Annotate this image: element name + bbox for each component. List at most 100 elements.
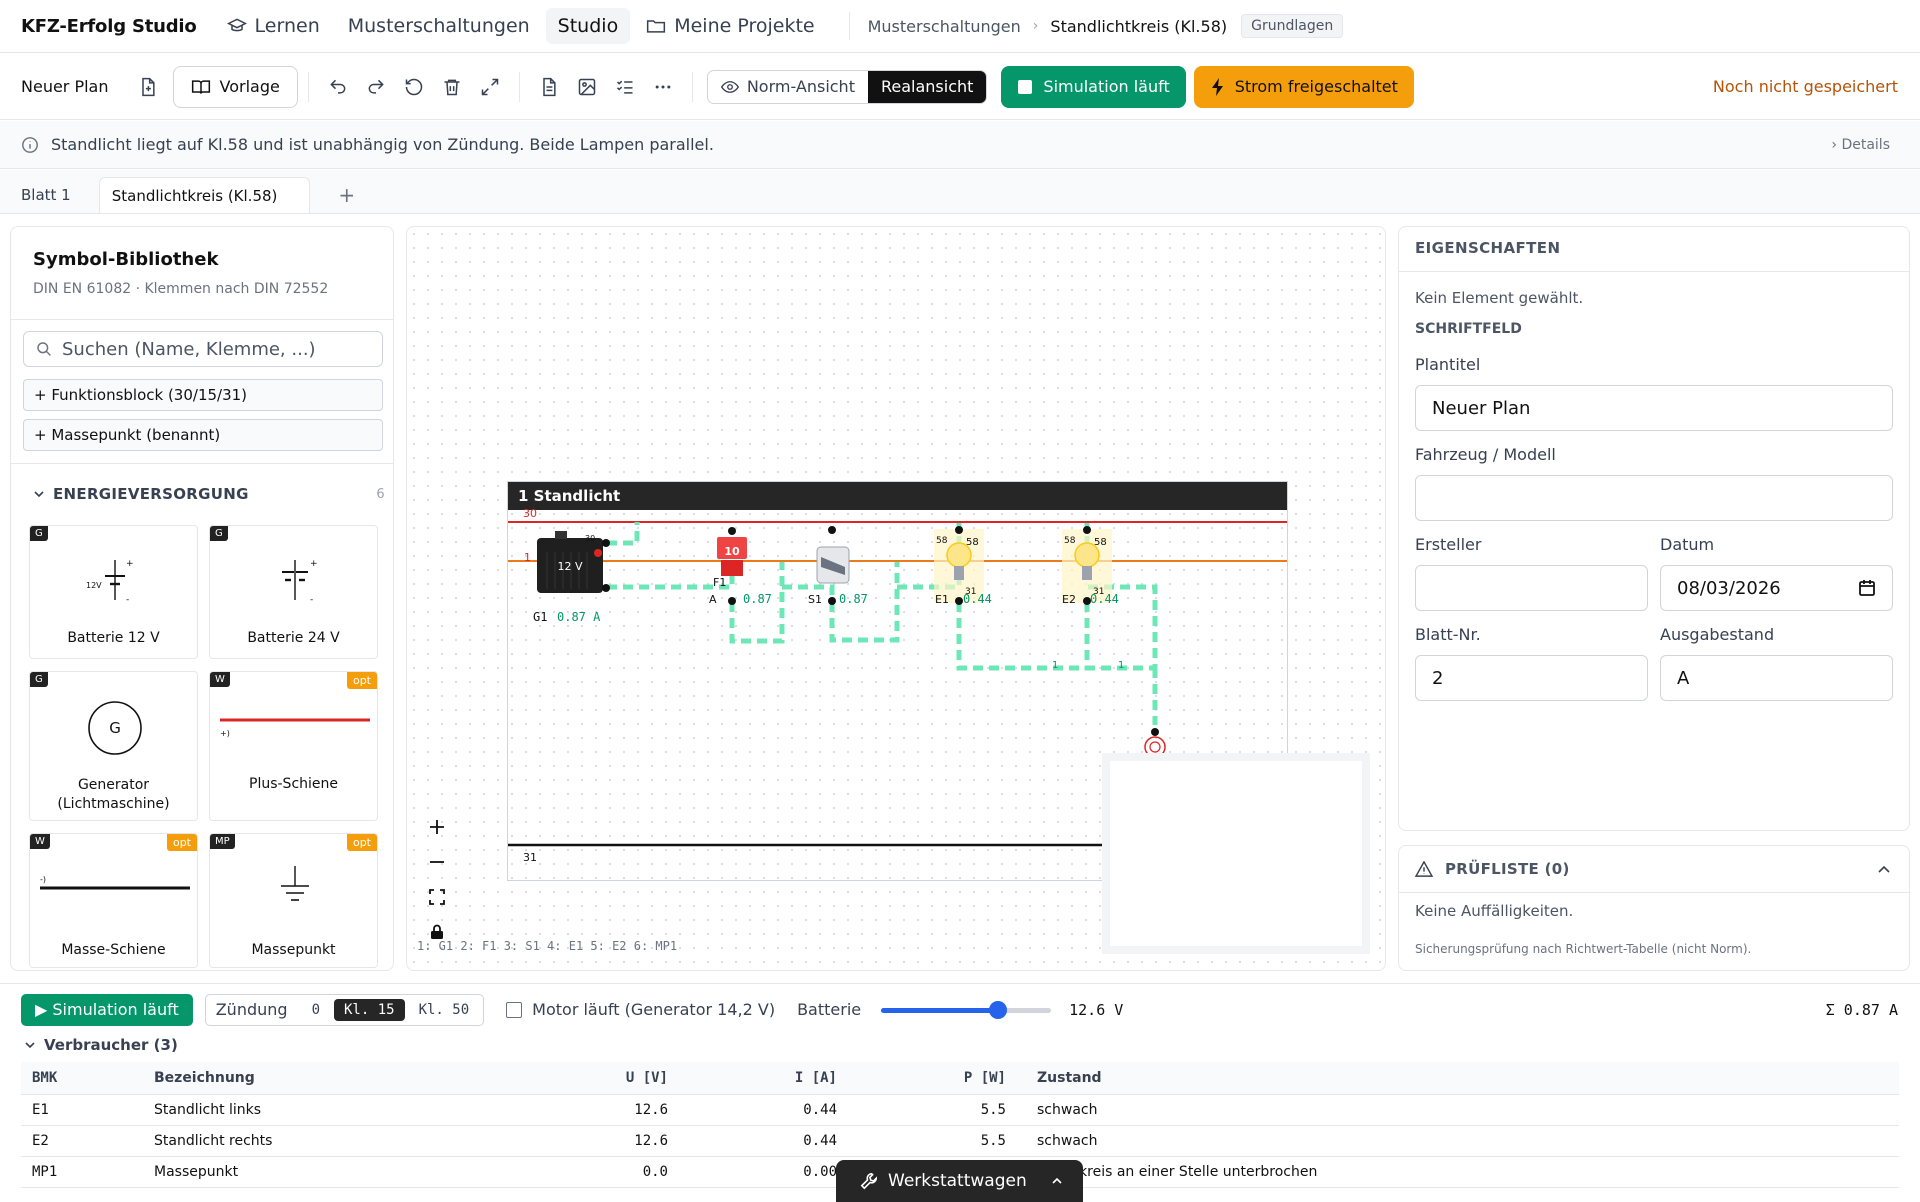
symbol-card-ground-rail[interactable]: W opt -) Masse-Schiene	[29, 833, 198, 968]
ignition-option-kl15[interactable]: Kl. 15	[334, 998, 405, 1021]
svg-text:-: -	[126, 595, 129, 605]
chevron-up-icon	[1051, 1175, 1063, 1187]
no-selection-text: Kein Element gewählt.	[1415, 289, 1584, 307]
nav-item-label: Studio	[557, 15, 619, 37]
cell-name: Massepunkt	[143, 1156, 443, 1188]
image-export-button[interactable]	[568, 68, 606, 106]
simulation-button[interactable]: Simulation läuft	[1001, 65, 1186, 108]
ignition-option-off[interactable]: 0	[302, 999, 330, 1021]
fit-view-button[interactable]	[419, 879, 455, 914]
table-row[interactable]: E1 Standlicht links 12.6 0.44 5.5 schwac…	[21, 1094, 1899, 1126]
nav-item-lernen[interactable]: Lernen	[215, 8, 332, 44]
component-id-g1: G1	[533, 610, 547, 624]
details-toggle[interactable]: › Details	[1831, 137, 1890, 153]
more-button[interactable]	[644, 68, 682, 106]
symbol-card-battery-12v[interactable]: G + - 12V Batterie 12 V	[29, 525, 198, 659]
template-button[interactable]: Vorlage	[172, 65, 298, 108]
redo-button[interactable]	[357, 68, 395, 106]
zoom-out-button[interactable]	[419, 844, 455, 879]
generator-symbol-icon: G	[88, 701, 142, 755]
sheet-number-input[interactable]: 2	[1415, 655, 1648, 701]
new-file-button[interactable]	[129, 68, 167, 106]
battery-g1[interactable]: 12 V 30	[537, 531, 610, 593]
brand-logo[interactable]: KFZ-Erfolg Studio	[21, 16, 197, 37]
symbol-card-ground-point[interactable]: MP opt Massepunkt	[209, 833, 378, 968]
date-input[interactable]: 08/03/2026	[1660, 565, 1893, 611]
battery-label: Batterie	[797, 1000, 862, 1019]
battery-slider[interactable]	[881, 1000, 1052, 1020]
add-sheet-button[interactable]: +	[326, 177, 367, 213]
checklist-header[interactable]: PRÜFLISTE (0)	[1415, 860, 1570, 878]
ignition-selector: Zündung 0 Kl. 15 Kl. 50	[204, 993, 485, 1026]
cell-u: 12.6	[443, 1125, 679, 1157]
vehicle-input[interactable]	[1415, 475, 1893, 521]
nav-item-label: Musterschaltungen	[347, 15, 530, 37]
svg-text:1: 1	[1118, 660, 1124, 671]
battery-24v-symbol-icon: +-	[282, 559, 318, 605]
power-button[interactable]: Strom freigeschaltet	[1193, 65, 1414, 108]
symbol-card-plus-rail[interactable]: W opt +) Plus-Schiene	[209, 671, 378, 821]
rotate-ccw-icon	[404, 77, 424, 97]
breadcrumb-current: Standlichtkreis (Kl.58)	[1050, 16, 1228, 36]
table-header-row: BMK Bezeichnung U [V] I [A] P [W] Zustan…	[21, 1062, 1899, 1095]
zoom-in-button[interactable]	[419, 809, 455, 844]
eye-icon	[720, 80, 739, 94]
category-header[interactable]: ENERGIEVERSORGUNG 6	[33, 485, 385, 503]
plan-name[interactable]: Neuer Plan	[21, 77, 109, 96]
motor-toggle[interactable]: Motor läuft (Generator 14,2 V)	[506, 1000, 775, 1019]
table-row[interactable]: E2 Standlicht rechts 12.6 0.44 5.5 schwa…	[21, 1125, 1899, 1157]
simulation-run-button[interactable]: ▶ Simulation läuft	[21, 993, 193, 1026]
slider-thumb[interactable]	[989, 1000, 1008, 1019]
tab-standlichtkreis[interactable]: Standlichtkreis (Kl.58)	[98, 177, 311, 213]
add-ground-point-button[interactable]: + Massepunkt (benannt)	[23, 419, 383, 451]
search-input[interactable]	[62, 338, 362, 360]
workshop-drawer-toggle[interactable]: Werkstattwagen	[836, 1160, 1083, 1202]
symbol-card-generator[interactable]: G G Generator (Lichtmaschine)	[29, 671, 198, 821]
nav-item-musterschaltungen[interactable]: Musterschaltungen	[336, 8, 542, 44]
plus-icon	[428, 818, 446, 836]
tab-sheet-1[interactable]: Blatt 1	[21, 177, 83, 213]
card-label: Batterie 24 V	[247, 630, 340, 646]
document-button[interactable]	[530, 68, 568, 106]
consumers-header[interactable]: Verbraucher (3)	[24, 1036, 178, 1054]
add-function-block-button[interactable]: + Funktionsblock (30/15/31)	[23, 379, 383, 411]
divider	[848, 12, 850, 40]
column-header-i: I [A]	[679, 1062, 848, 1095]
motor-checkbox[interactable]	[506, 1001, 523, 1018]
lock-icon	[430, 924, 444, 940]
chevron-up-icon[interactable]	[1877, 862, 1891, 876]
divider	[307, 71, 309, 102]
optional-badge: opt	[166, 834, 197, 851]
author-label: Ersteller	[1415, 535, 1482, 554]
undo-button[interactable]	[319, 68, 357, 106]
cell-u: 0.0	[443, 1156, 679, 1188]
fullscreen-button[interactable]	[471, 68, 509, 106]
plantitel-input[interactable]: Neuer Plan	[1415, 385, 1893, 431]
checklist-button[interactable]	[606, 68, 644, 106]
category-tag: W	[210, 672, 230, 687]
lamp-pin-label: 58	[1064, 536, 1076, 546]
schematic-canvas[interactable]: 1 Standlicht 30 1 31 1 1 12 V 30 G1 0.87…	[406, 226, 1386, 971]
category-tag: W	[30, 834, 50, 849]
view-real-button[interactable]: Realansicht	[867, 70, 987, 103]
calendar-icon[interactable]	[1858, 579, 1876, 597]
card-label: Generator (Lichtmaschine)	[57, 777, 170, 812]
breadcrumb-parent[interactable]: Musterschaltungen	[868, 17, 1021, 36]
svg-text:-: -	[310, 595, 313, 605]
symbol-card-battery-24v[interactable]: G + - Batterie 24 V	[209, 525, 378, 659]
revision-input[interactable]: A	[1660, 655, 1893, 701]
reset-button[interactable]	[395, 68, 433, 106]
component-id-f1: F1	[713, 576, 726, 589]
cell-bmk: E2	[21, 1125, 143, 1157]
divider	[1399, 271, 1909, 272]
ignition-option-kl50[interactable]: Kl. 50	[409, 999, 480, 1021]
card-label: Batterie 12 V	[67, 630, 160, 646]
cell-u: 12.6	[443, 1094, 679, 1126]
nav-item-studio[interactable]: Studio	[545, 8, 631, 44]
delete-button[interactable]	[433, 68, 471, 106]
minimap[interactable]	[1102, 753, 1370, 954]
nav-item-meine-projekte[interactable]: Meine Projekte	[634, 8, 826, 44]
view-norm-button[interactable]: Norm-Ansicht	[708, 71, 868, 103]
author-input[interactable]	[1415, 565, 1648, 611]
column-header-name: Bezeichnung	[143, 1062, 443, 1095]
